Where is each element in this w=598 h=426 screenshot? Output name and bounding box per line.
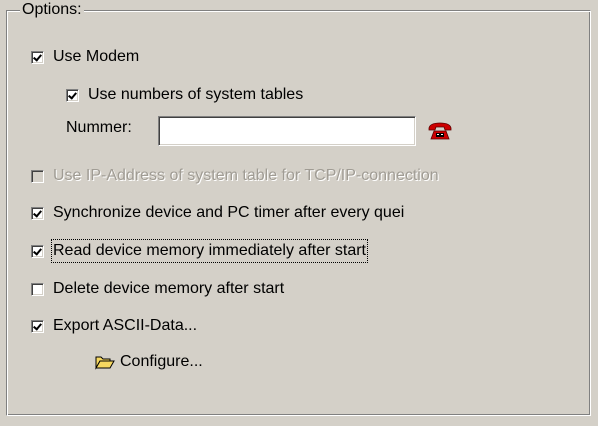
read-memory-checkbox[interactable] xyxy=(31,244,44,258)
options-legend: Options: xyxy=(20,1,84,19)
sync-timer-checkbox-row[interactable]: Synchronize device and PC timer after ev… xyxy=(31,202,404,224)
use-ip-address-checkbox xyxy=(31,169,44,183)
read-memory-checkbox-row[interactable]: Read device memory immediately after sta… xyxy=(31,239,368,263)
use-modem-checkbox-row[interactable]: Use Modem xyxy=(31,46,139,68)
export-ascii-checkbox[interactable] xyxy=(31,319,44,333)
sync-timer-label: Synchronize device and PC timer after ev… xyxy=(53,204,405,221)
export-ascii-label: Export ASCII-Data... xyxy=(53,317,198,334)
nummer-label: Nummer: xyxy=(66,119,132,136)
configure-label: Configure... xyxy=(120,353,203,370)
use-modem-label: Use Modem xyxy=(53,48,140,65)
phone-icon[interactable] xyxy=(428,122,452,140)
use-ip-address-label: Use IP-Address of system table for TCP/I… xyxy=(53,167,439,184)
use-numbers-checkbox-row[interactable]: Use numbers of system tables xyxy=(66,84,303,106)
read-memory-label: Read device memory immediately after sta… xyxy=(51,239,368,263)
configure-button[interactable]: Configure... xyxy=(95,351,203,373)
folder-open-icon xyxy=(95,356,115,370)
delete-memory-label: Delete device memory after start xyxy=(53,280,285,297)
use-ip-address-checkbox-row: Use IP-Address of system table for TCP/I… xyxy=(31,165,439,187)
sync-timer-checkbox[interactable] xyxy=(31,206,44,220)
use-numbers-checkbox[interactable] xyxy=(66,88,79,102)
nummer-input[interactable] xyxy=(158,116,416,146)
use-numbers-label: Use numbers of system tables xyxy=(88,86,304,103)
delete-memory-checkbox-row[interactable]: Delete device memory after start xyxy=(31,278,284,300)
delete-memory-checkbox[interactable] xyxy=(31,282,44,296)
use-modem-checkbox[interactable] xyxy=(31,50,44,64)
export-ascii-checkbox-row[interactable]: Export ASCII-Data... xyxy=(31,315,197,337)
